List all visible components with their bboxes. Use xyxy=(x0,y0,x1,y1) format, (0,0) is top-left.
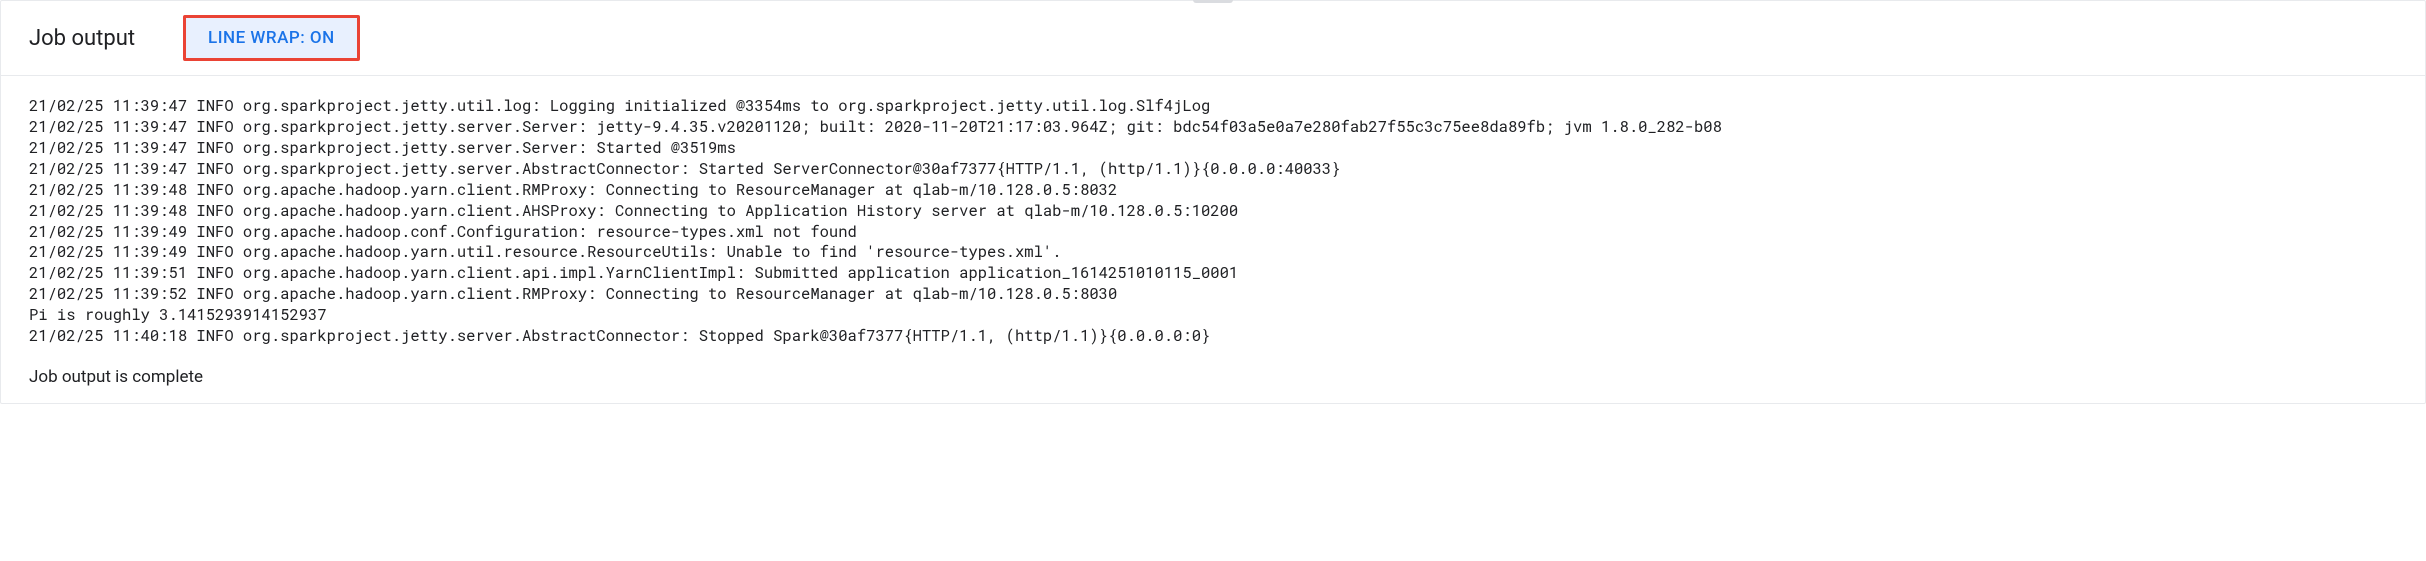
job-output-panel: Job output LINE WRAP: ON 21/02/25 11:39:… xyxy=(0,0,2426,404)
panel-header: Job output LINE WRAP: ON xyxy=(1,1,2425,76)
drag-handle[interactable] xyxy=(1193,0,1233,3)
line-wrap-toggle-button[interactable]: LINE WRAP: ON xyxy=(183,15,360,61)
job-output-status: Job output is complete xyxy=(1,355,2425,403)
panel-title: Job output xyxy=(29,26,135,51)
log-output: 21/02/25 11:39:47 INFO org.sparkproject.… xyxy=(1,76,2425,355)
